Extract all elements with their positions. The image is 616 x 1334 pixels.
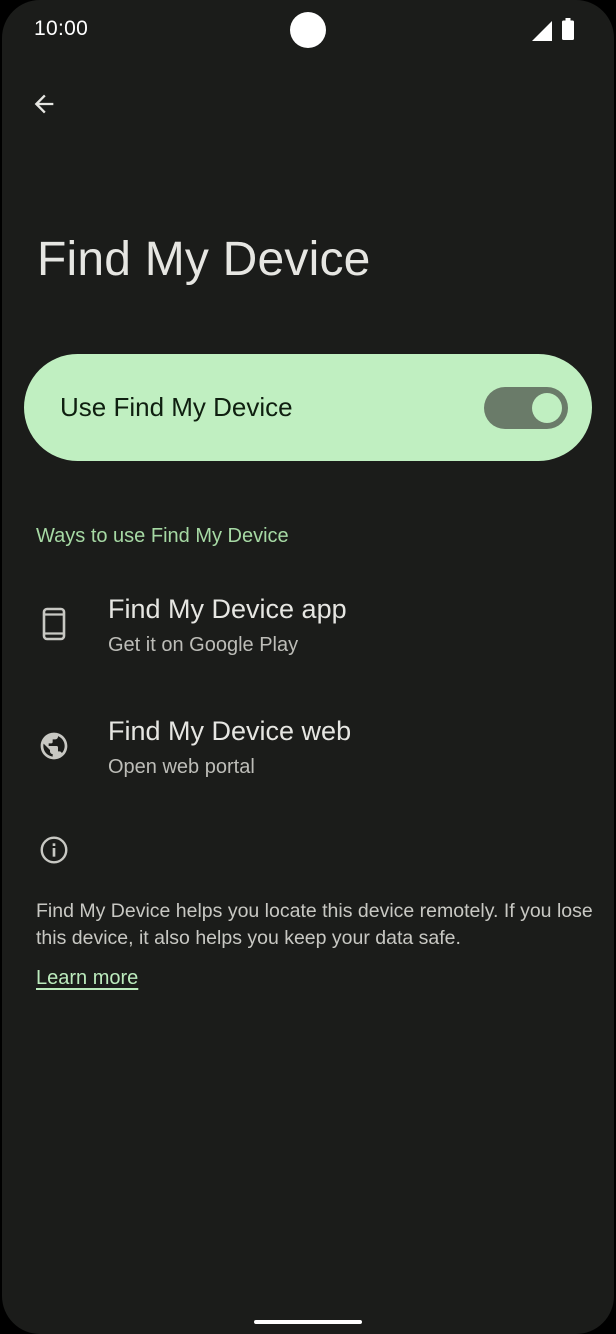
front-camera bbox=[290, 12, 326, 48]
main-switch-label: Use Find My Device bbox=[60, 392, 293, 422]
back-button[interactable] bbox=[20, 80, 68, 128]
use-find-my-device-toggle[interactable] bbox=[484, 387, 568, 429]
arrow-back-icon bbox=[34, 94, 54, 114]
page-title: Find My Device bbox=[37, 233, 371, 286]
footer-description: Find My Device helps you locate this dev… bbox=[36, 900, 593, 949]
learn-more-link[interactable]: Learn more bbox=[36, 967, 138, 990]
gesture-navigation-handle[interactable] bbox=[254, 1320, 362, 1324]
toggle-thumb bbox=[532, 393, 562, 423]
cellular-signal-icon bbox=[532, 21, 552, 41]
battery-icon bbox=[562, 18, 574, 40]
pref-summary: Get it on Google Play bbox=[108, 634, 299, 656]
device-frame: 10:00 Find My Device Use Find My Device bbox=[0, 0, 616, 1334]
globe-icon bbox=[36, 728, 72, 764]
pref-title: Find My Device web bbox=[108, 716, 352, 746]
info-icon bbox=[36, 832, 72, 868]
pref-title: Find My Device app bbox=[108, 594, 347, 624]
smartphone-icon bbox=[36, 606, 72, 642]
find-my-device-app-item[interactable]: Find My Device app Get it on Google Play bbox=[2, 570, 614, 682]
find-my-device-web-item[interactable]: Find My Device web Open web portal bbox=[2, 692, 614, 804]
status-bar: 10:00 bbox=[2, 0, 614, 62]
section-header: Ways to use Find My Device bbox=[36, 525, 289, 547]
use-find-my-device-switch-bar[interactable]: Use Find My Device bbox=[24, 354, 592, 461]
pref-summary: Open web portal bbox=[108, 756, 255, 778]
screen: 10:00 Find My Device Use Find My Device bbox=[2, 0, 614, 1334]
status-time: 10:00 bbox=[34, 17, 89, 40]
